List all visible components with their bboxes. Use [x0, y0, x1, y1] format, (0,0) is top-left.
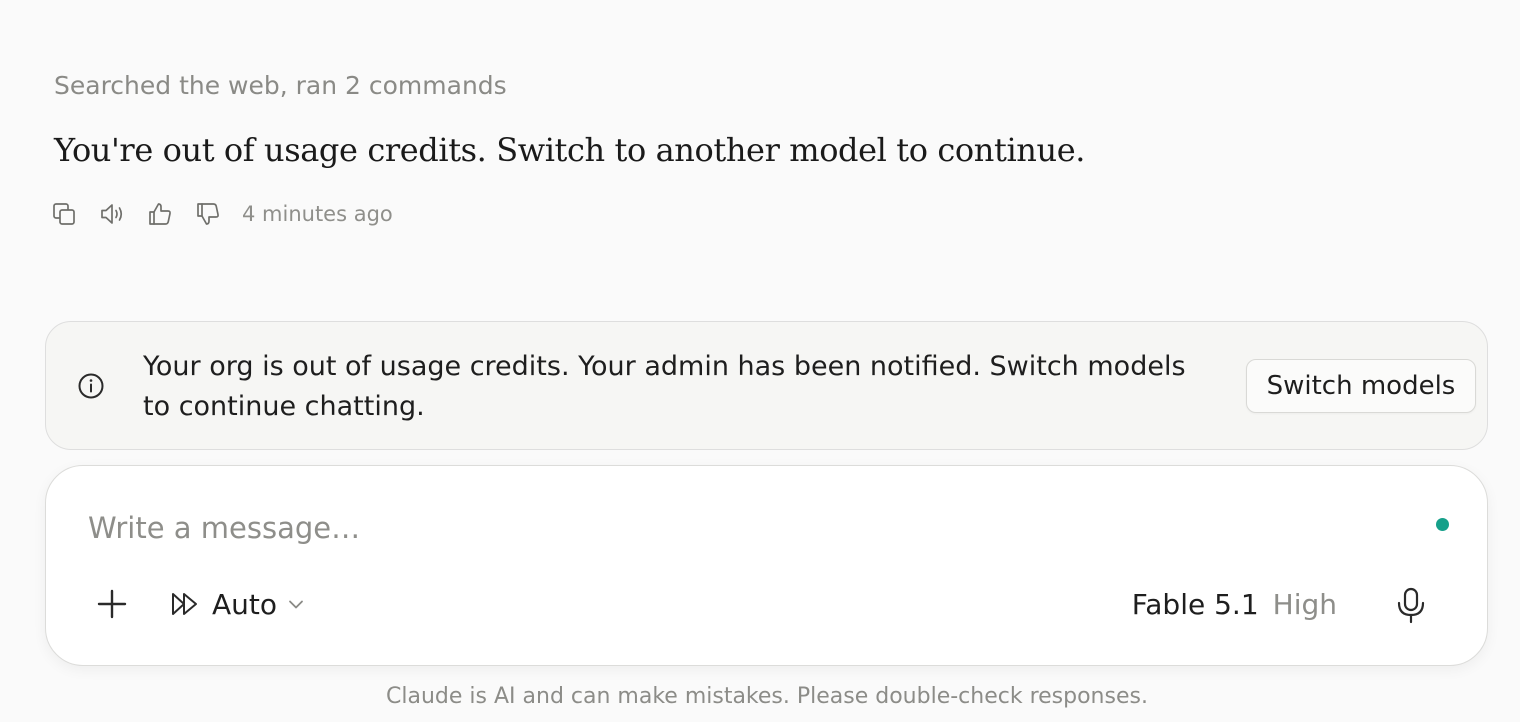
microphone-button[interactable]	[1394, 586, 1428, 624]
info-icon	[78, 373, 104, 399]
speaker-icon	[101, 204, 123, 224]
copy-button[interactable]	[50, 197, 98, 231]
copy-icon	[53, 203, 75, 225]
fast-forward-icon	[172, 593, 197, 615]
mode-label: Auto	[212, 587, 278, 621]
thumbs-up-icon	[149, 203, 171, 225]
message-actions: 4 minutes ago	[50, 197, 393, 231]
add-attachment-button[interactable]	[94, 586, 130, 622]
model-name: Fable 5.1	[1131, 587, 1259, 621]
effort-label: High	[1272, 587, 1337, 621]
thumbs-down-icon	[197, 203, 219, 225]
disclaimer: Claude is AI and can make mistakes. Plea…	[386, 684, 1148, 709]
mode-selector[interactable]: Auto	[170, 583, 305, 625]
message-input[interactable]	[88, 506, 1388, 550]
read-aloud-button[interactable]	[98, 197, 146, 231]
notice-text: Your org is out of usage credits. Your a…	[143, 351, 1186, 422]
chevron-down-icon	[289, 600, 303, 609]
model-selector[interactable]: Fable 5.1 High	[1132, 583, 1337, 625]
assistant-message: You're out of usage credits. Switch to a…	[54, 131, 1086, 169]
status-dot	[1436, 518, 1449, 531]
thumbs-up-button[interactable]	[146, 197, 194, 231]
usage-credits-notice: Your org is out of usage credits. Your a…	[45, 321, 1488, 450]
switch-models-button[interactable]: Switch models	[1246, 359, 1476, 413]
activity-summary[interactable]: Searched the web, ran 2 commands	[54, 70, 507, 102]
thumbs-down-button[interactable]	[194, 197, 242, 231]
message-timestamp: 4 minutes ago	[242, 202, 393, 226]
message-composer: Auto Fable 5.1 High	[45, 465, 1488, 666]
